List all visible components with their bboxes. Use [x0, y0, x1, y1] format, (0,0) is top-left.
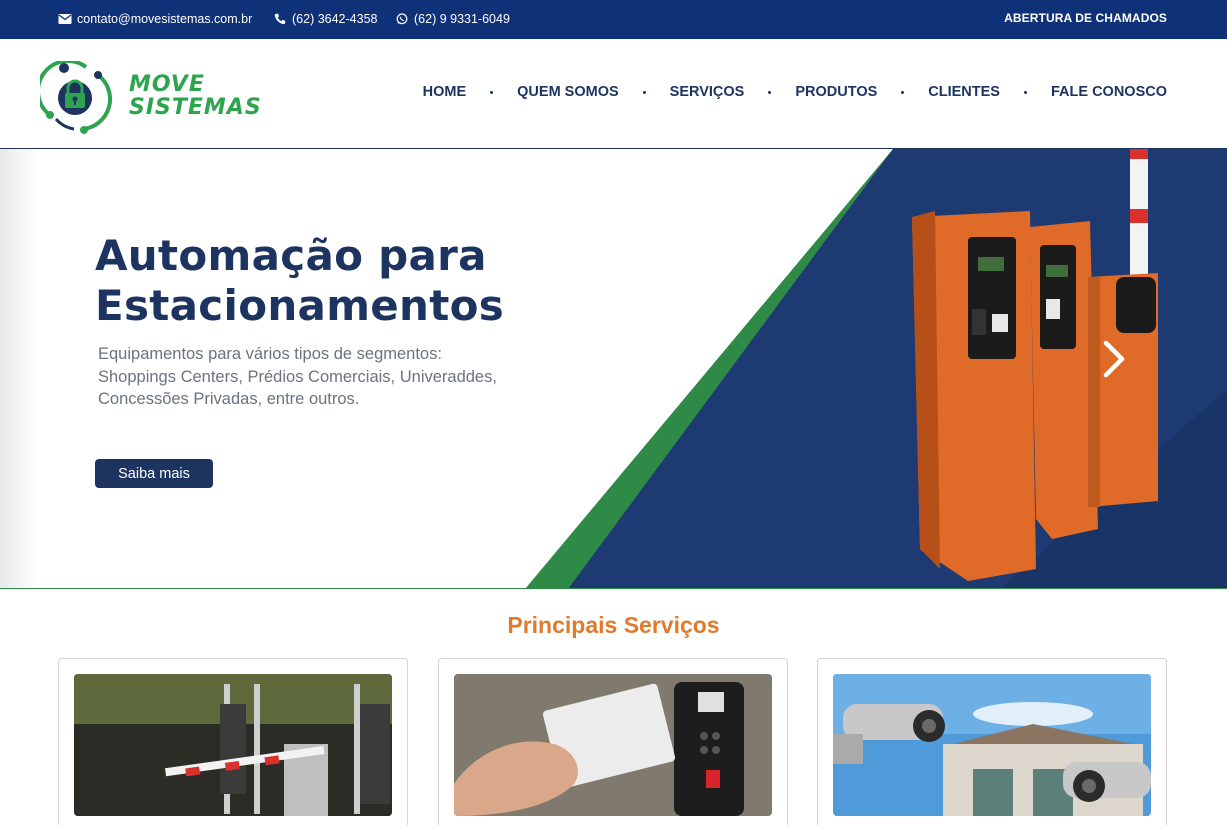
site-header: MOVE SISTEMAS HOME QUEM SOMOS SERVIÇOS P… — [0, 39, 1227, 149]
top-bar: contato@movesistemas.com.br (62) 3642-43… — [0, 0, 1227, 39]
service-card[interactable] — [817, 658, 1167, 825]
nav-home[interactable]: HOME — [423, 84, 467, 100]
service-card[interactable] — [438, 658, 788, 825]
hero-title: Automação para Estacionamentos — [95, 231, 504, 331]
nav-separator — [490, 90, 494, 94]
phone-icon — [274, 13, 286, 25]
padlock-logo-icon — [40, 61, 113, 134]
contact-email[interactable]: contato@movesistemas.com.br — [58, 12, 252, 26]
nav-clientes[interactable]: CLIENTES — [928, 84, 1000, 100]
phone-text: (62) 3642-4358 — [292, 12, 378, 26]
whatsapp-icon — [396, 13, 408, 25]
parking-barrier-photo — [74, 674, 392, 816]
logo-line-2: SISTEMAS — [129, 95, 262, 120]
hero-subtitle: Equipamentos para vários tipos de segmen… — [98, 343, 497, 411]
hero-title-line-2: Estacionamentos — [95, 281, 505, 330]
services-heading: Principais Serviços — [507, 612, 720, 638]
nav-separator — [768, 90, 772, 94]
nav-quem-somos[interactable]: QUEM SOMOS — [517, 84, 619, 100]
nav-separator — [642, 90, 646, 94]
nav-fale-conosco[interactable]: FALE CONOSCO — [1051, 84, 1167, 100]
whatsapp-text: (62) 9 9331-6049 — [414, 12, 510, 26]
main-nav: HOME QUEM SOMOS SERVIÇOS PRODUTOS CLIENT… — [423, 84, 1167, 100]
nav-separator — [901, 90, 905, 94]
logo[interactable]: MOVE SISTEMAS — [40, 61, 300, 135]
open-ticket-link[interactable]: ABERTURA DE CHAMADOS — [1004, 11, 1167, 25]
hero-subtitle-line-1: Equipamentos para vários tipos de segmen… — [98, 345, 442, 363]
nav-servicos[interactable]: SERVIÇOS — [670, 84, 745, 100]
service-card[interactable] — [58, 658, 408, 825]
nav-separator — [1023, 90, 1027, 94]
saiba-mais-button[interactable]: Saiba mais — [95, 459, 213, 488]
contact-whatsapp[interactable]: (62) 9 9331-6049 — [395, 12, 510, 26]
hero-subtitle-line-2: Shoppings Centers, Prédios Comerciais, U… — [98, 367, 497, 386]
logo-line-1: MOVE — [129, 72, 205, 97]
security-cameras-photo — [833, 674, 1151, 816]
hero-subtitle-line-3: Concessões Privadas, entre outros. — [98, 390, 360, 408]
chevron-right-icon[interactable] — [1098, 339, 1128, 379]
nav-produtos[interactable]: PRODUTOS — [795, 84, 877, 100]
hero-carousel: Automação para Estacionamentos Equipamen… — [0, 149, 1227, 589]
email-text: contato@movesistemas.com.br — [77, 12, 253, 26]
logo-wordmark: MOVE SISTEMAS — [129, 73, 262, 119]
access-card-photo — [454, 674, 772, 816]
envelope-icon — [58, 14, 72, 24]
hero-title-line-1: Automação para — [95, 231, 487, 280]
contact-phone[interactable]: (62) 3642-4358 — [273, 12, 377, 26]
